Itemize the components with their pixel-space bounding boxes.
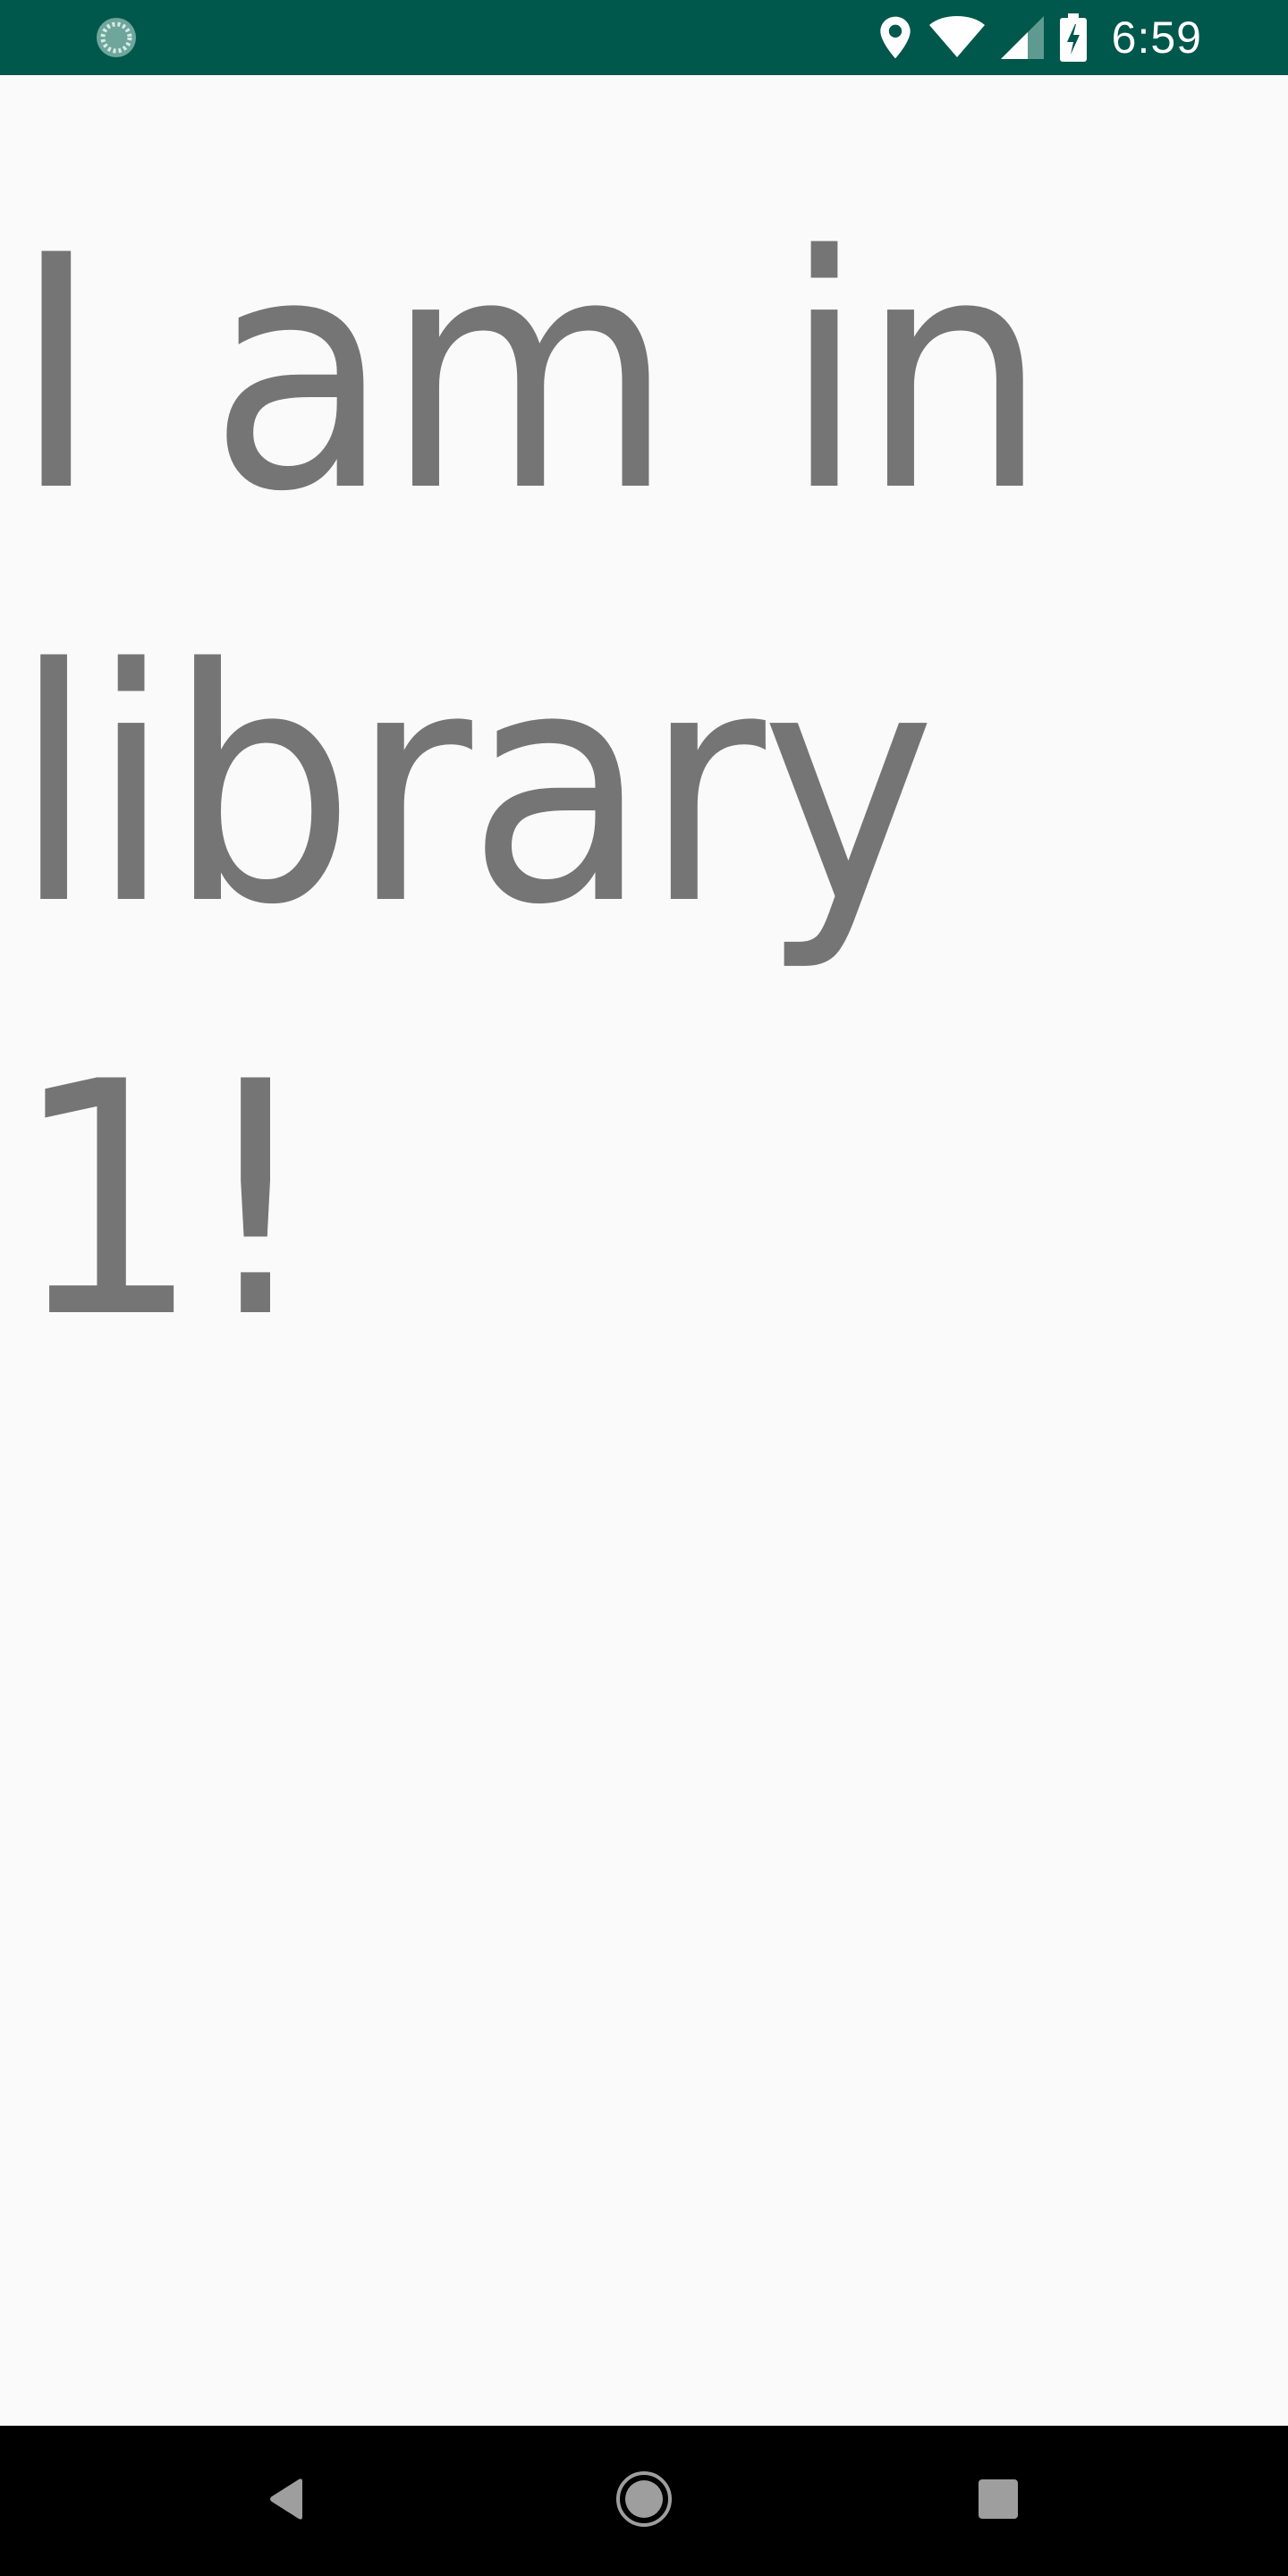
main-content: I am in library 1! bbox=[0, 75, 1288, 2426]
app-notification-icon bbox=[95, 16, 138, 59]
back-icon bbox=[267, 2478, 306, 2524]
recents-icon bbox=[979, 2479, 1018, 2522]
home-icon bbox=[614, 2470, 674, 2532]
back-button[interactable] bbox=[250, 2465, 322, 2537]
cell-signal-icon bbox=[1000, 16, 1044, 59]
status-icons: 6:59 bbox=[877, 0, 1202, 75]
wifi-icon bbox=[928, 16, 985, 59]
status-bar: 6:59 bbox=[0, 0, 1288, 75]
library-message: I am in library 1! bbox=[13, 187, 1048, 1388]
home-button[interactable] bbox=[608, 2465, 680, 2537]
status-time: 6:59 bbox=[1111, 13, 1202, 63]
location-pin-icon bbox=[877, 15, 913, 60]
navigation-bar bbox=[0, 2426, 1288, 2576]
battery-charging-icon bbox=[1059, 13, 1087, 62]
recents-button[interactable] bbox=[962, 2465, 1034, 2537]
